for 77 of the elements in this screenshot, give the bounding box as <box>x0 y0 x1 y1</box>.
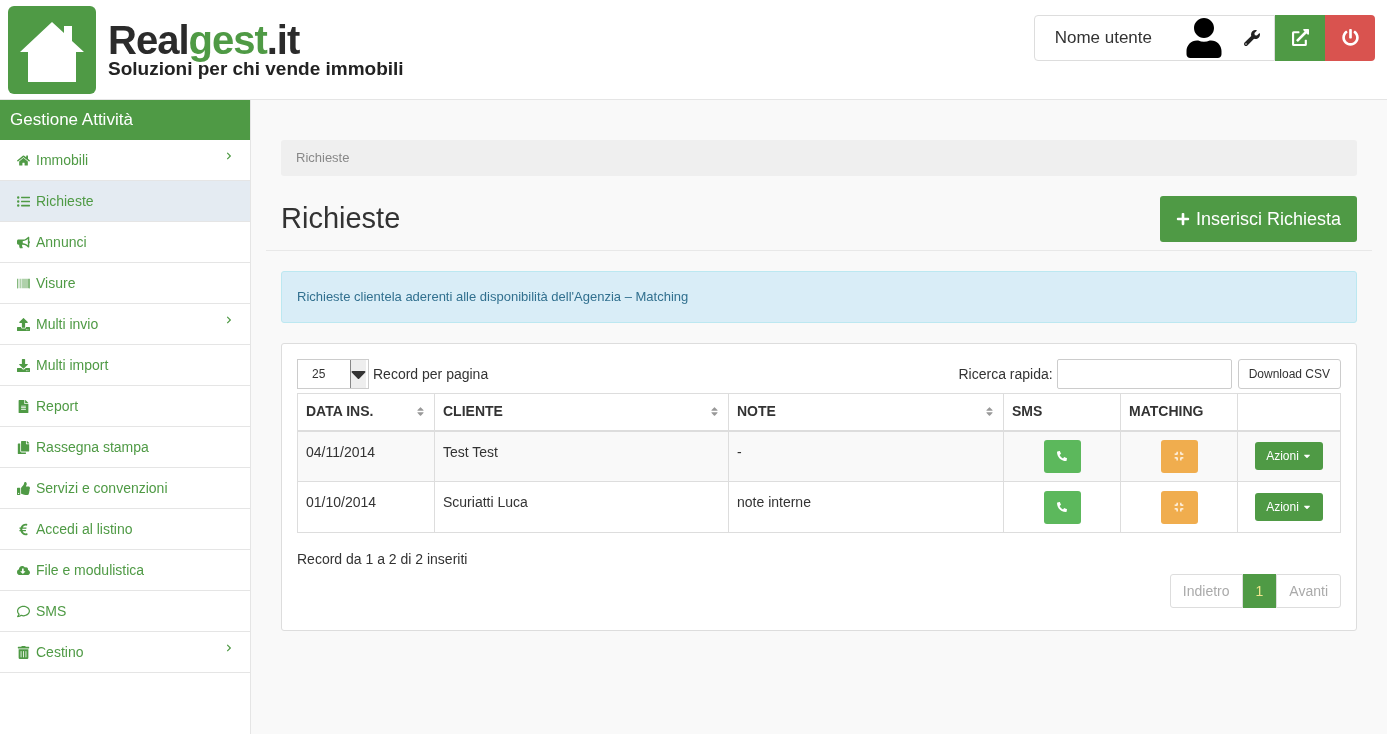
column-header: MATCHING <box>1120 393 1238 431</box>
column-header[interactable]: NOTE <box>728 393 1004 431</box>
page-title: Richieste <box>281 201 401 237</box>
table-cell: - <box>728 430 1004 482</box>
download-csv-button[interactable]: Download CSV <box>1237 359 1341 389</box>
power-icon <box>1341 29 1359 46</box>
username: Nome utente <box>1054 26 1152 49</box>
home-icon <box>17 153 30 167</box>
sidebar-label: Visure <box>36 273 76 293</box>
sidebar-label: Report <box>36 396 79 416</box>
pagination-button[interactable]: 1 <box>1242 574 1277 608</box>
table-cell: 04/11/2014 <box>297 430 435 482</box>
table-info: Record da 1 a 2 di 2 inseriti <box>297 550 469 569</box>
sidebar-label: SMS <box>36 601 67 621</box>
compress-icon <box>1174 451 1184 462</box>
matching-button[interactable] <box>1160 490 1198 524</box>
sidebar-label: Multi import <box>36 355 109 375</box>
barcode-icon <box>17 276 30 290</box>
add-request-button[interactable]: Inserisci Richiesta <box>1159 196 1357 242</box>
chevron-icon <box>225 316 233 324</box>
external-link-button[interactable] <box>1275 14 1325 61</box>
house-logo-icon <box>6 3 98 96</box>
euro-icon <box>17 522 30 536</box>
thumbs-up-icon <box>17 481 30 495</box>
breadcrumb-item[interactable]: Richieste <box>296 148 350 168</box>
sidebar-label: Rassegna stampa <box>36 437 149 457</box>
search-field[interactable] <box>1056 359 1232 389</box>
table-cell: 01/10/2014 <box>297 481 435 533</box>
megaphone-icon <box>17 235 30 249</box>
cloud-download-icon <box>17 563 30 577</box>
page-size-label: Record per pagina <box>373 364 489 384</box>
sidebar-label: Annunci <box>36 232 87 252</box>
caret-icon <box>350 360 366 388</box>
upload-icon <box>17 317 30 331</box>
phone-icon <box>1057 502 1067 512</box>
external-link-icon <box>1291 29 1309 46</box>
document-icon <box>17 399 30 413</box>
sort-icon <box>415 406 426 418</box>
download-icon <box>17 358 30 372</box>
speech-bubble-icon <box>17 604 30 618</box>
list-icon <box>17 194 30 208</box>
page-size-select[interactable]: 25 <box>297 359 369 389</box>
user-silhouette-icon <box>1184 17 1224 58</box>
trash-icon <box>17 645 30 659</box>
plus-icon <box>1175 212 1190 226</box>
sms-button[interactable] <box>1043 439 1081 473</box>
actions-button[interactable]: Azioni <box>1255 442 1323 471</box>
column-header[interactable]: DATA INS. <box>297 393 435 431</box>
column-header: SMS <box>1003 393 1121 431</box>
sidebar-label: Cestino <box>36 642 84 662</box>
table-cell: note interne <box>728 481 1004 533</box>
search-label: Ricerca rapida: <box>958 364 1053 384</box>
sidebar-item[interactable]: Richieste <box>0 181 250 222</box>
sort-icon <box>984 406 995 418</box>
table-cell: Scuriatti Luca <box>434 481 729 533</box>
chevron-icon <box>225 644 233 652</box>
column-header[interactable]: CLIENTE <box>434 393 729 431</box>
copy-icon <box>17 440 30 454</box>
sidebar-title: Gestione Attività <box>0 100 250 140</box>
sidebar-label: Accedi al listino <box>36 519 133 539</box>
chevron-icon <box>225 152 233 160</box>
actions-button[interactable]: Azioni <box>1255 493 1323 521</box>
user-menu[interactable]: Nome utente <box>1033 14 1275 61</box>
sort-icon <box>709 406 720 418</box>
compress-icon <box>1174 502 1184 512</box>
logout-button[interactable] <box>1325 14 1375 61</box>
sms-button[interactable] <box>1043 490 1081 524</box>
table-cell: Test Test <box>434 430 729 482</box>
sidebar-label: Richieste <box>36 191 94 211</box>
matching-button[interactable] <box>1160 439 1198 473</box>
sidebar-label: Immobili <box>36 150 89 170</box>
sidebar-label: File e modulistica <box>36 560 145 580</box>
info-alert: Richieste clientela aderenti alle disponibilità dell'Agenzia – Matching <box>281 271 1357 323</box>
sidebar-label: Multi invio <box>36 314 99 334</box>
settings-icon[interactable] <box>1244 29 1260 46</box>
phone-icon <box>1057 451 1067 462</box>
sidebar-label: Servizi e convenzioni <box>36 478 168 498</box>
